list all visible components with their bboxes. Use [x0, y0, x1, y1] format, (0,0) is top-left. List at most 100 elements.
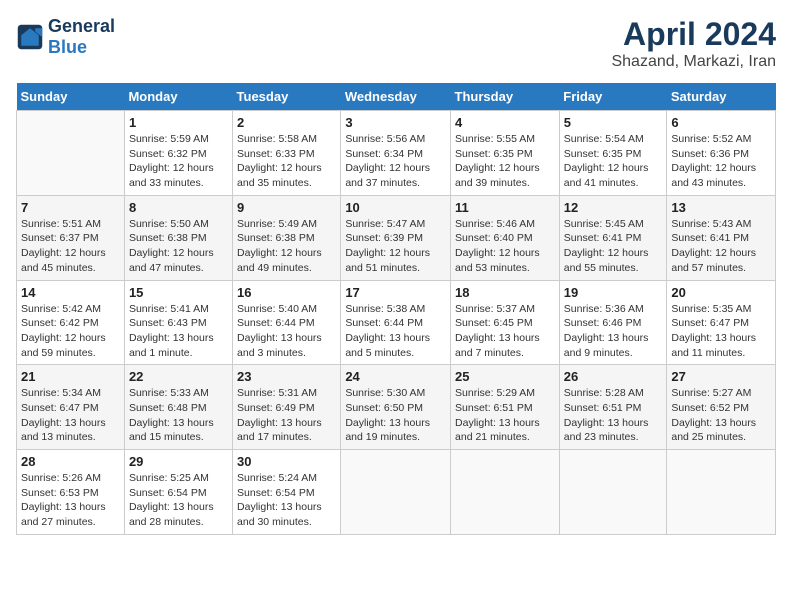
day-info: Sunrise: 5:34 AM Sunset: 6:47 PM Dayligh… [21, 386, 120, 445]
day-number: 2 [237, 115, 336, 130]
day-number: 10 [345, 200, 446, 215]
day-info: Sunrise: 5:46 AM Sunset: 6:40 PM Dayligh… [455, 217, 555, 276]
logo: General Blue [16, 16, 115, 58]
calendar-cell [559, 450, 667, 535]
weekday-header-friday: Friday [559, 83, 667, 111]
day-info: Sunrise: 5:47 AM Sunset: 6:39 PM Dayligh… [345, 217, 446, 276]
calendar-cell [451, 450, 560, 535]
day-info: Sunrise: 5:52 AM Sunset: 6:36 PM Dayligh… [671, 132, 771, 191]
day-info: Sunrise: 5:56 AM Sunset: 6:34 PM Dayligh… [345, 132, 446, 191]
weekday-header-monday: Monday [124, 83, 232, 111]
day-info: Sunrise: 5:43 AM Sunset: 6:41 PM Dayligh… [671, 217, 771, 276]
day-number: 3 [345, 115, 446, 130]
day-number: 27 [671, 369, 771, 384]
calendar-week-row: 28 Sunrise: 5:26 AM Sunset: 6:53 PM Dayli… [17, 450, 776, 535]
calendar-header-row: SundayMondayTuesdayWednesdayThursdayFrid… [17, 83, 776, 111]
day-info: Sunrise: 5:26 AM Sunset: 6:53 PM Dayligh… [21, 471, 120, 530]
day-number: 4 [455, 115, 555, 130]
logo-text-blue: Blue [48, 37, 87, 57]
calendar-cell: 8Sunrise: 5:50 AM Sunset: 6:38 PM Daylig… [124, 195, 232, 280]
day-number: 19 [564, 285, 663, 300]
calendar-cell: 7Sunrise: 5:51 AM Sunset: 6:37 PM Daylig… [17, 195, 125, 280]
calendar-cell: 1Sunrise: 5:59 AM Sunset: 6:32 PM Daylig… [124, 111, 232, 196]
calendar-week-row: 1Sunrise: 5:59 AM Sunset: 6:32 PM Daylig… [17, 111, 776, 196]
weekday-header-tuesday: Tuesday [233, 83, 341, 111]
day-info: Sunrise: 5:59 AM Sunset: 6:32 PM Dayligh… [129, 132, 228, 191]
calendar-cell: 17Sunrise: 5:38 AM Sunset: 6:44 PM Dayli… [341, 280, 451, 365]
day-number: 20 [671, 285, 771, 300]
day-number: 11 [455, 200, 555, 215]
day-info: Sunrise: 5:49 AM Sunset: 6:38 PM Dayligh… [237, 217, 336, 276]
day-number: 6 [671, 115, 771, 130]
calendar-cell [17, 111, 125, 196]
calendar-cell: 9 Sunrise: 5:49 AM Sunset: 6:38 PM Daylig… [233, 195, 341, 280]
day-number: 21 [21, 369, 120, 384]
calendar-cell: 4 Sunrise: 5:55 AM Sunset: 6:35 PM Daylig… [451, 111, 560, 196]
day-number: 13 [671, 200, 771, 215]
day-info: Sunrise: 5:37 AM Sunset: 6:45 PM Dayligh… [455, 302, 555, 361]
day-info: Sunrise: 5:50 AM Sunset: 6:38 PM Dayligh… [129, 217, 228, 276]
day-info: Sunrise: 5:28 AM Sunset: 6:51 PM Dayligh… [564, 386, 663, 445]
weekday-header-wednesday: Wednesday [341, 83, 451, 111]
calendar-cell: 29Sunrise: 5:25 AM Sunset: 6:54 PM Dayli… [124, 450, 232, 535]
day-info: Sunrise: 5:55 AM Sunset: 6:35 PM Dayligh… [455, 132, 555, 191]
calendar-cell: 13 Sunrise: 5:43 AM Sunset: 6:41 PM Dayli… [667, 195, 776, 280]
day-number: 7 [21, 200, 120, 215]
day-number: 26 [564, 369, 663, 384]
calendar-week-row: 14 Sunrise: 5:42 AM Sunset: 6:42 PM Dayli… [17, 280, 776, 365]
calendar-cell: 12 Sunrise: 5:45 AM Sunset: 6:41 PM Dayli… [559, 195, 667, 280]
calendar-week-row: 21 Sunrise: 5:34 AM Sunset: 6:47 PM Dayli… [17, 365, 776, 450]
calendar-cell [667, 450, 776, 535]
day-info: Sunrise: 5:36 AM Sunset: 6:46 PM Dayligh… [564, 302, 663, 361]
day-info: Sunrise: 5:35 AM Sunset: 6:47 PM Dayligh… [671, 302, 771, 361]
page-title: April 2024 [611, 16, 776, 53]
calendar-cell: 19 Sunrise: 5:36 AM Sunset: 6:46 PM Dayli… [559, 280, 667, 365]
calendar-cell: 25Sunrise: 5:29 AM Sunset: 6:51 PM Dayli… [451, 365, 560, 450]
calendar-cell: 28 Sunrise: 5:26 AM Sunset: 6:53 PM Dayli… [17, 450, 125, 535]
day-number: 12 [564, 200, 663, 215]
calendar-cell: 21 Sunrise: 5:34 AM Sunset: 6:47 PM Dayli… [17, 365, 125, 450]
title-block: April 2024 Shazand, Markazi, Iran [611, 16, 776, 71]
weekday-header-saturday: Saturday [667, 83, 776, 111]
calendar-cell: 16Sunrise: 5:40 AM Sunset: 6:44 PM Dayli… [233, 280, 341, 365]
calendar-cell: 18 Sunrise: 5:37 AM Sunset: 6:45 PM Dayli… [451, 280, 560, 365]
day-number: 14 [21, 285, 120, 300]
calendar-cell: 27 Sunrise: 5:27 AM Sunset: 6:52 PM Dayli… [667, 365, 776, 450]
day-info: Sunrise: 5:41 AM Sunset: 6:43 PM Dayligh… [129, 302, 228, 361]
day-info: Sunrise: 5:54 AM Sunset: 6:35 PM Dayligh… [564, 132, 663, 191]
weekday-header-sunday: Sunday [17, 83, 125, 111]
day-info: Sunrise: 5:40 AM Sunset: 6:44 PM Dayligh… [237, 302, 336, 361]
page-header: General Blue April 2024 Shazand, Markazi… [16, 16, 776, 71]
day-number: 22 [129, 369, 228, 384]
day-info: Sunrise: 5:42 AM Sunset: 6:42 PM Dayligh… [21, 302, 120, 361]
logo-icon [16, 23, 44, 51]
day-number: 29 [129, 454, 228, 469]
calendar-cell: 10 Sunrise: 5:47 AM Sunset: 6:39 PM Dayli… [341, 195, 451, 280]
calendar-cell [341, 450, 451, 535]
calendar-cell: 22 Sunrise: 5:33 AM Sunset: 6:48 PM Dayli… [124, 365, 232, 450]
day-info: Sunrise: 5:33 AM Sunset: 6:48 PM Dayligh… [129, 386, 228, 445]
day-info: Sunrise: 5:27 AM Sunset: 6:52 PM Dayligh… [671, 386, 771, 445]
day-info: Sunrise: 5:45 AM Sunset: 6:41 PM Dayligh… [564, 217, 663, 276]
day-info: Sunrise: 5:38 AM Sunset: 6:44 PM Dayligh… [345, 302, 446, 361]
calendar-cell: 11 Sunrise: 5:46 AM Sunset: 6:40 PM Dayli… [451, 195, 560, 280]
calendar-cell: 3 Sunrise: 5:56 AM Sunset: 6:34 PM Daylig… [341, 111, 451, 196]
page-subtitle: Shazand, Markazi, Iran [611, 53, 776, 71]
day-info: Sunrise: 5:24 AM Sunset: 6:54 PM Dayligh… [237, 471, 336, 530]
day-number: 23 [237, 369, 336, 384]
weekday-header-thursday: Thursday [451, 83, 560, 111]
logo-text-general: General [48, 16, 115, 36]
day-number: 9 [237, 200, 336, 215]
day-number: 18 [455, 285, 555, 300]
calendar-cell: 2Sunrise: 5:58 AM Sunset: 6:33 PM Daylig… [233, 111, 341, 196]
calendar-cell: 15Sunrise: 5:41 AM Sunset: 6:43 PM Dayli… [124, 280, 232, 365]
day-info: Sunrise: 5:31 AM Sunset: 6:49 PM Dayligh… [237, 386, 336, 445]
calendar-cell: 26 Sunrise: 5:28 AM Sunset: 6:51 PM Dayli… [559, 365, 667, 450]
day-number: 30 [237, 454, 336, 469]
calendar-cell: 20 Sunrise: 5:35 AM Sunset: 6:47 PM Dayli… [667, 280, 776, 365]
day-info: Sunrise: 5:30 AM Sunset: 6:50 PM Dayligh… [345, 386, 446, 445]
day-number: 28 [21, 454, 120, 469]
calendar-cell: 14 Sunrise: 5:42 AM Sunset: 6:42 PM Dayli… [17, 280, 125, 365]
calendar-cell: 24Sunrise: 5:30 AM Sunset: 6:50 PM Dayli… [341, 365, 451, 450]
calendar-table: SundayMondayTuesdayWednesdayThursdayFrid… [16, 83, 776, 535]
